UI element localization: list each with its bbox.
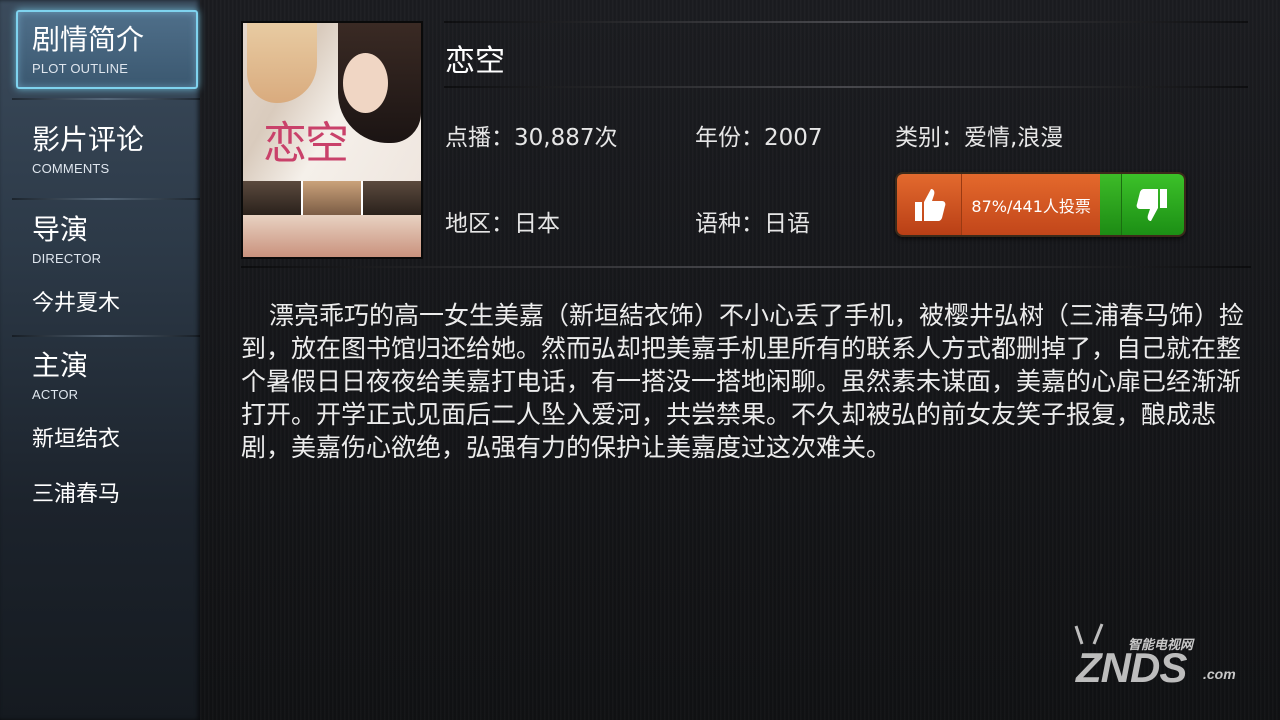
director-name[interactable]: 今井夏木: [32, 285, 120, 317]
poster-photo-strip: [243, 181, 421, 215]
znds-watermark-logo: 智能电视网 ZNDS .com: [1068, 622, 1238, 692]
genre: 类别：爱情,浪漫: [895, 125, 1064, 151]
actor-name[interactable]: 新垣结衣: [32, 421, 120, 453]
divider: [444, 21, 1248, 23]
thumbs-up-button[interactable]: [897, 174, 962, 235]
tab-comments-sublabel: COMMENTS: [32, 161, 110, 176]
divider: [12, 198, 200, 200]
movie-poster: 恋空: [241, 21, 423, 259]
divider: [12, 98, 200, 100]
actor-name[interactable]: 三浦春马: [32, 476, 120, 508]
director-section: 导演 DIRECTOR: [32, 213, 212, 267]
play-count: 点播：30,887次: [445, 125, 618, 151]
divider: [12, 335, 200, 337]
thumbs-down-button[interactable]: [1121, 174, 1184, 235]
vote-ratio-negative: [1100, 174, 1121, 235]
sidebar: 剧情简介 PLOT OUTLINE 影片评论 COMMENTS 导演 DIREC…: [0, 0, 200, 720]
tab-plot-outline-sublabel: PLOT OUTLINE: [32, 61, 129, 76]
plot-summary: 漂亮乖巧的高一女生美嘉（新垣結衣饰）不小心丢了手机，被樱井弘树（三浦春马饰）捡到…: [241, 301, 1245, 462]
actor-subheading: ACTOR: [32, 387, 79, 402]
watermark-brand: ZNDS: [1076, 644, 1187, 691]
actor-heading: 主演: [32, 349, 89, 382]
divider: [444, 86, 1248, 88]
poster-credits: [243, 215, 421, 257]
language: 语种：日语: [695, 211, 810, 237]
actor-section: 主演 ACTOR: [32, 349, 212, 403]
poster-figure: [343, 53, 388, 113]
vote-ratio-positive: 87%/441人投票: [962, 174, 1101, 235]
vote-widget: 87%/441人投票: [895, 172, 1186, 237]
divider: [241, 266, 1251, 268]
region: 地区：日本: [445, 211, 560, 237]
director-heading: 导演: [32, 213, 89, 246]
movie-title: 恋空: [445, 44, 505, 79]
poster-title: 恋空: [263, 118, 349, 169]
director-subheading: DIRECTOR: [32, 251, 102, 266]
tab-comments[interactable]: 影片评论 COMMENTS: [32, 123, 212, 177]
vote-ratio-bar: 87%/441人投票: [962, 174, 1121, 235]
thumbs-down-icon: [1136, 188, 1167, 221]
thumbs-up-icon: [915, 188, 946, 221]
tab-plot-outline[interactable]: 剧情简介 PLOT OUTLINE: [16, 10, 198, 89]
release-year: 年份：2007: [695, 125, 823, 151]
tab-comments-label: 影片评论: [32, 123, 145, 156]
vote-ratio-label: 87%/441人投票: [971, 196, 1091, 216]
tab-plot-outline-label: 剧情简介: [32, 23, 145, 56]
watermark-domain: .com: [1203, 666, 1236, 682]
